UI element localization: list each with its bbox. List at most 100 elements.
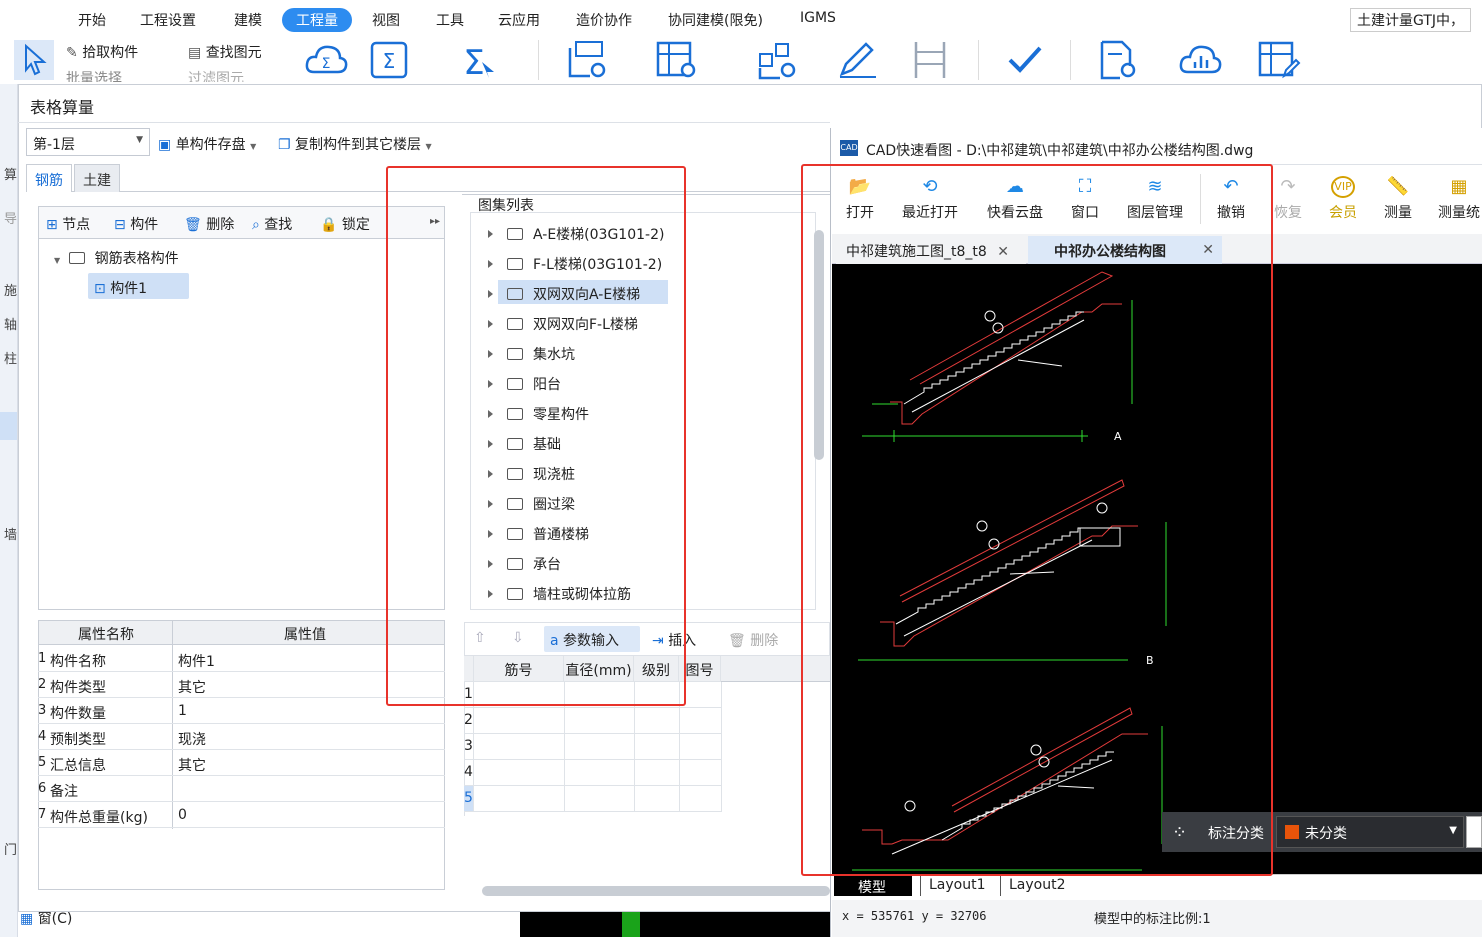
grid-row-num: 2 [464,708,474,734]
annotation-select[interactable]: 未分类 ▼ [1276,816,1464,848]
pick-component-button[interactable]: ✎ 拾取构件 [66,42,138,62]
left-nav-item[interactable]: 导 [4,208,17,227]
tree-child-component[interactable]: ⊡ 构件1 [94,278,147,298]
chevron-down-icon: ▼ [136,135,143,145]
svg-text:Σ: Σ [383,49,396,73]
prop-row[interactable]: 7 构件总重量(kg) 0 [38,802,445,828]
grid-row-num: 3 [464,734,474,760]
copy-icon: ❐ [278,137,291,153]
edit-pen-icon[interactable] [836,40,880,80]
menu-bar: 开始 工程设置 建模 工程量 视图 工具 云应用 造价协作 协同建模(限免) I… [0,0,1482,36]
grid-row[interactable] [474,734,721,760]
table-edit-icon[interactable] [1258,40,1302,80]
cad-app-icon: CAD [840,140,858,156]
rebar-delete-button[interactable]: 🗑 删除 [728,630,778,650]
lock-icon: 🔒 [320,217,338,233]
scale-readout: 模型中的标注比例:1 [1094,912,1211,927]
menu-cloud[interactable]: 云应用 [498,10,540,30]
grid-row[interactable] [474,786,721,812]
grid-row[interactable] [474,760,721,786]
batch-select-button[interactable]: 批量选择 [66,68,122,82]
cloud-chart-icon[interactable] [1178,40,1222,80]
left-nav-item[interactable]: 算 [4,164,17,183]
left-nav-item[interactable]: 柱 [4,348,17,367]
lock-button[interactable]: 🔒 锁定 [320,214,370,234]
doc-search-icon[interactable] [1098,40,1142,80]
cloud-sum-icon[interactable]: Σ [304,40,348,80]
highlight-box-cad [801,164,1273,876]
tree-root[interactable]: ▼ 钢筋表格构件 [54,248,179,268]
caret-down-icon: ▼ [54,256,61,265]
cad-measure-button[interactable]: 📏 测量 [1380,176,1416,222]
menu-collab-modeling[interactable]: 协同建模(限免) [668,10,763,30]
ribbon: ✎ 拾取构件 批量选择 ▤ 查找图元 过滤图元 Σ Σ Σ [0,36,1482,84]
add-component-button[interactable]: ⊟ 构件 [114,214,158,234]
find-icon: ▤ [188,45,202,61]
component-search-icon[interactable] [756,40,800,80]
node-icon: ⊞ [46,217,58,233]
grid-row-num: 4 [464,760,474,786]
left-nav-item[interactable]: 轴 [4,314,17,333]
menu-project-settings[interactable]: 工程设置 [140,10,196,30]
save-component-button[interactable]: ▣ 单构件存盘 ▼ [158,134,256,154]
layout-tab-1[interactable]: Layout1 [920,876,996,896]
select-arrow-icon[interactable] [14,40,54,80]
ruler-icon: 📏 [1386,176,1410,197]
horizontal-scrollbar[interactable] [482,886,830,896]
prop-row[interactable]: 2 构件类型 其它 [38,672,445,698]
props-header-value: 属性值 [284,627,326,643]
sum-box-icon[interactable]: Σ [368,40,412,80]
window-icon: ▦ [20,911,34,927]
floor-select[interactable]: 第-1层 ▼ [26,128,150,156]
menu-cost-collab[interactable]: 造价协作 [576,10,632,30]
sum-select-icon[interactable]: Σ [456,40,500,80]
svg-text:Σ: Σ [463,43,484,80]
cad-window-title: CAD快速看图 - D:\中祁建筑\中祁建筑\中祁办公楼结构图.dwg [866,143,1254,159]
delete-button[interactable]: 🗑 删除 [184,214,234,234]
trash-icon: 🗑 [728,633,746,649]
ladder-icon[interactable] [910,40,954,80]
cad-measure-stat-button[interactable]: ▦ 测量统 [1436,176,1482,222]
chevron-down-icon: ▼ [1449,825,1457,836]
menu-quantity[interactable]: 工程量 [282,8,352,32]
find-element-button[interactable]: ▤ 查找图元 [188,42,262,62]
left-nav-strip: 算 导 施 轴 柱 墙 门 [0,84,18,937]
prop-row[interactable]: 6 备注 [38,776,445,802]
tab-civil[interactable]: 土建 [74,164,120,192]
menu-modeling[interactable]: 建模 [234,10,262,30]
check-icon[interactable] [1004,40,1048,80]
cad-vip-button[interactable]: VIP 会员 [1326,176,1360,222]
left-nav-item[interactable]: 墙 [4,524,17,543]
trash-icon: 🗑 [184,217,202,233]
grid-row[interactable] [474,708,721,734]
filter-element-button[interactable]: 过滤图元 [188,68,244,82]
report-view-icon[interactable] [566,40,610,80]
cad-redo-button[interactable]: ↷ 恢复 [1272,176,1304,222]
component-icon: ⊟ [114,217,126,233]
add-node-button[interactable]: ⊞ 节点 [46,214,90,234]
menu-view[interactable]: 视图 [372,10,400,30]
dialog-title: 表格算量 [30,98,95,117]
left-nav-item[interactable]: 施 [4,280,17,299]
copy-to-floor-button[interactable]: ❐ 复制构件到其它楼层 ▼ [278,134,432,154]
prop-row[interactable]: 3 构件数量 1 [38,698,445,724]
cad-status-bar: x = 535761 y = 32706 模型中的标注比例:1 [832,900,1482,937]
prop-row[interactable]: 4 预制类型 现浇 [38,724,445,750]
left-nav-item[interactable]: 门 [4,839,17,858]
tab-rebar[interactable]: 钢筋 [26,164,72,192]
measure-stat-icon: ▦ [1450,176,1468,197]
grid-row-num: 5 [464,786,474,812]
tree-toolbar [39,207,444,239]
menu-start[interactable]: 开始 [78,10,106,30]
find-button[interactable]: ⌕ 查找 [252,214,292,234]
layout-tab-model[interactable]: 模型 [834,876,912,896]
menu-tools[interactable]: 工具 [436,10,464,30]
prop-row[interactable]: 1 构件名称 构件1 [38,646,445,672]
component-node-icon: ⊡ [94,281,106,297]
search-icon: ⌕ [252,217,260,233]
table-search-icon[interactable] [656,40,700,80]
layout-tab-2[interactable]: Layout2 [1000,876,1076,896]
prop-row[interactable]: 5 汇总信息 其它 [38,750,445,776]
menu-igms[interactable]: IGMS [800,10,836,26]
coord-readout: x = 535761 y = 32706 [842,909,987,923]
